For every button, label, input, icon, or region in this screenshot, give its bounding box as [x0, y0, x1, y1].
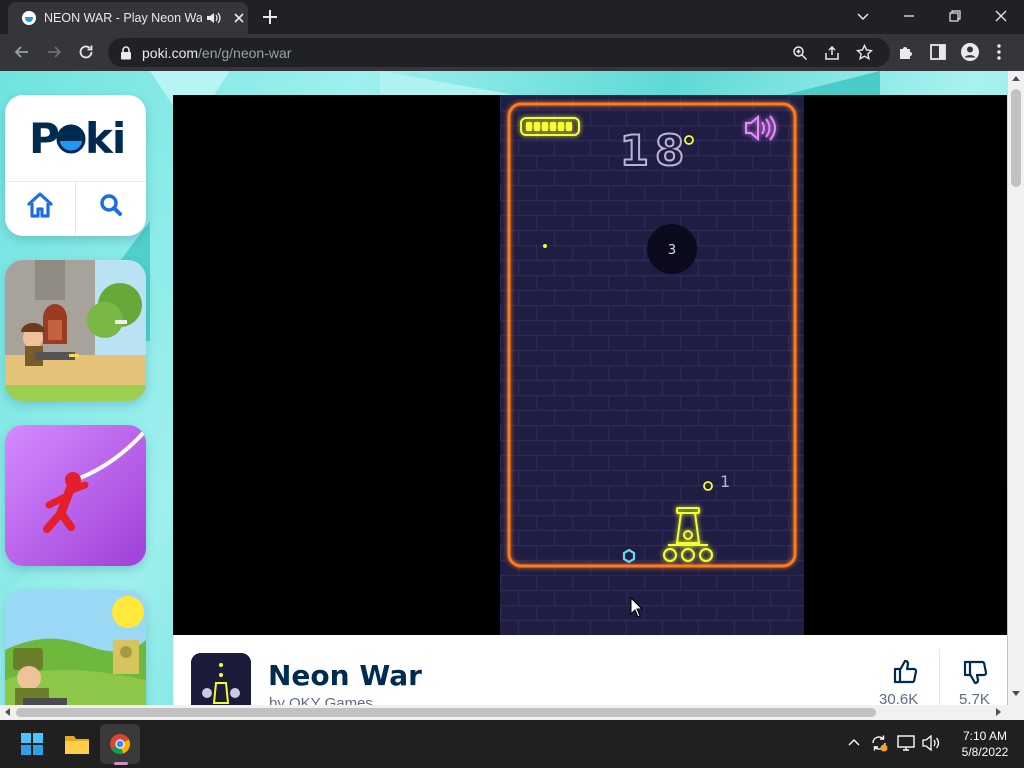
- score-text: 18: [620, 126, 690, 175]
- url-path: /en/g/neon-war: [198, 45, 292, 61]
- vertical-scroll-thumb[interactable]: [1011, 89, 1021, 187]
- background-shard: [380, 71, 520, 96]
- address-bar[interactable]: poki.com/en/g/neon-war: [108, 38, 890, 67]
- game-frame[interactable]: 18 3 1: [173, 95, 1007, 635]
- star-icon[interactable]: [856, 44, 873, 61]
- like-count: 30.6K: [879, 691, 919, 705]
- scroll-left-arrow-icon[interactable]: [4, 708, 10, 716]
- thumbs-up-icon[interactable]: [891, 657, 919, 685]
- profile-icon[interactable]: [960, 42, 980, 62]
- clock-date[interactable]: 5/8/2022: [950, 745, 1020, 759]
- browser-tab[interactable]: NEON WAR - Play Neon War: [8, 2, 248, 34]
- browser-toolbar: poki.com/en/g/neon-war: [0, 34, 1024, 71]
- speaker-icon[interactable]: [206, 11, 222, 25]
- tab-strip: NEON WAR - Play Neon War: [0, 0, 1024, 34]
- search-icon[interactable]: [98, 192, 124, 218]
- file-explorer-icon[interactable]: [64, 733, 90, 755]
- windows-start-icon[interactable]: [21, 733, 43, 755]
- game-thumbnail[interactable]: [5, 260, 146, 401]
- close-tab-icon[interactable]: [232, 11, 246, 25]
- game-info-bar: Neon War by OKY Games 30.6K 5.7K: [173, 635, 1007, 705]
- volume-icon[interactable]: [922, 735, 940, 751]
- bubble-value: 3: [668, 243, 676, 258]
- game-icon: [191, 653, 251, 705]
- chrome-taskbar-button[interactable]: [100, 724, 140, 764]
- reload-icon[interactable]: [76, 42, 96, 62]
- forward-arrow-icon[interactable]: [44, 42, 64, 62]
- shot-count: 1: [720, 472, 730, 491]
- clock-time[interactable]: 7:10 AM: [950, 729, 1020, 743]
- poki-logo[interactable]: P ki: [29, 117, 123, 161]
- divider: [939, 649, 940, 705]
- sidebar-icon[interactable]: [929, 43, 947, 61]
- vertical-scrollbar[interactable]: [1008, 71, 1024, 705]
- zoom-icon[interactable]: [792, 45, 808, 61]
- game-thumbnail[interactable]: [5, 425, 146, 566]
- restore-icon[interactable]: [944, 5, 966, 27]
- home-icon[interactable]: [25, 191, 55, 219]
- dislike-count: 5.7K: [959, 691, 990, 705]
- back-arrow-icon[interactable]: [12, 42, 32, 62]
- game-title: Neon War: [268, 659, 422, 692]
- svg-text:P: P: [29, 117, 59, 161]
- url-text[interactable]: poki.com/en/g/neon-war: [142, 45, 291, 61]
- scroll-right-arrow-icon[interactable]: [996, 708, 1002, 716]
- game-author[interactable]: by OKY Games: [269, 695, 373, 705]
- windows-taskbar: 7:10 AM 5/8/2022: [0, 720, 1024, 768]
- tab-title: NEON WAR - Play Neon War: [44, 11, 202, 25]
- game-thumbnail[interactable]: [5, 590, 146, 705]
- scroll-down-arrow-icon[interactable]: [1012, 691, 1020, 697]
- sync-icon[interactable]: [870, 734, 888, 752]
- url-host: poki.com: [142, 45, 199, 61]
- poki-logo-card: P ki: [5, 95, 146, 236]
- svg-text:ki: ki: [85, 117, 123, 161]
- scroll-up-arrow-icon[interactable]: [1012, 75, 1020, 81]
- horizontal-scroll-thumb[interactable]: [16, 708, 876, 717]
- minimize-icon[interactable]: [898, 5, 920, 27]
- chrome-icon: [109, 733, 131, 755]
- display-icon[interactable]: [897, 735, 915, 751]
- divider: [75, 181, 76, 236]
- chevron-up-icon[interactable]: [847, 737, 861, 747]
- active-app-indicator: [114, 762, 128, 765]
- lock-icon[interactable]: [120, 46, 132, 60]
- horizontal-scrollbar[interactable]: [0, 705, 1008, 720]
- kebab-menu-icon[interactable]: [996, 43, 1002, 61]
- new-tab-plus-icon[interactable]: [260, 7, 280, 27]
- game-canvas[interactable]: 18 3 1: [500, 95, 804, 635]
- puzzle-icon[interactable]: [897, 43, 915, 61]
- window-close-icon[interactable]: [990, 5, 1012, 27]
- thumbs-down-icon[interactable]: [961, 659, 989, 687]
- chevron-down-icon[interactable]: [852, 5, 874, 27]
- bullet: [543, 244, 547, 248]
- scrollbar-corner: [1008, 705, 1024, 720]
- poki-favicon-icon: [22, 11, 36, 25]
- page-viewport: P ki 18 3 1 Neon War by OKY Games 30.6K …: [0, 71, 1008, 705]
- share-icon[interactable]: [824, 45, 840, 61]
